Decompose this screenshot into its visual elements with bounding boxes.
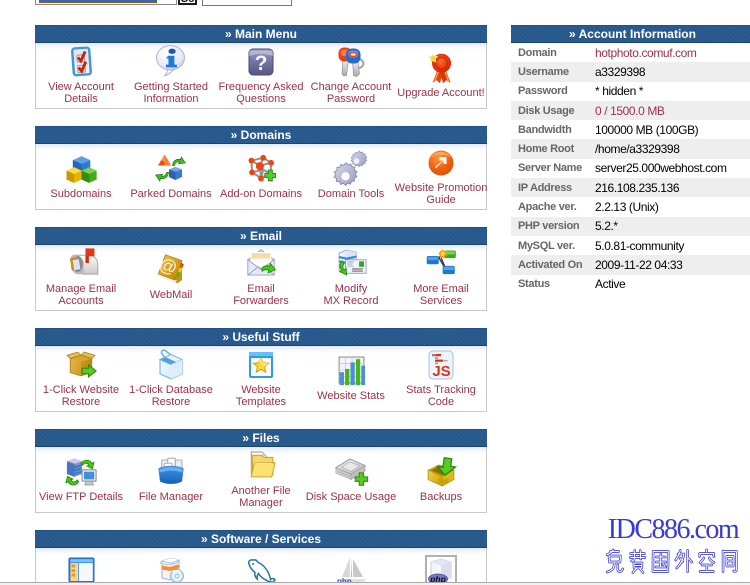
svg-text:JS: JS xyxy=(432,363,450,380)
svg-text:?: ? xyxy=(255,52,268,75)
